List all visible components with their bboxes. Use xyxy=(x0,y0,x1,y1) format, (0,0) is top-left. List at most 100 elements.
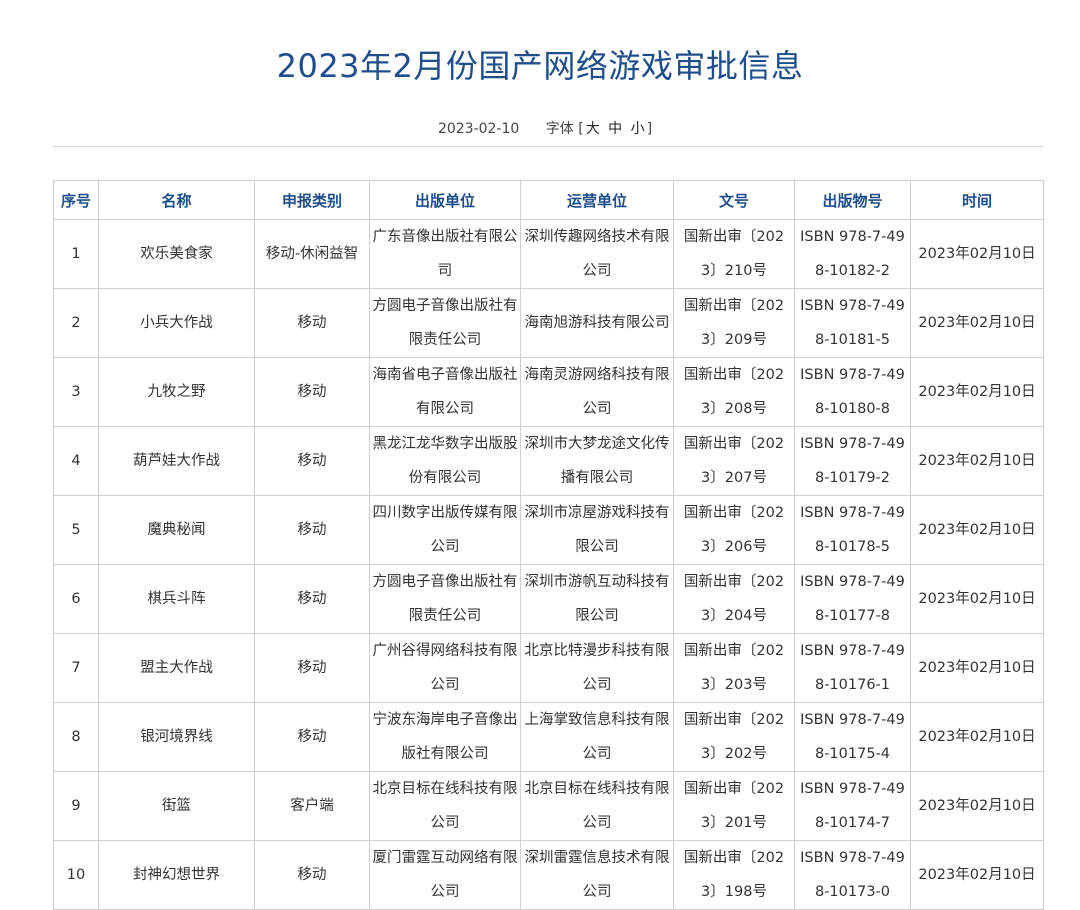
cell-doc-number: 国新出审〔2023〕202号 xyxy=(673,702,795,772)
cell-doc-number: 国新出审〔2023〕198号 xyxy=(673,840,795,910)
cell-isbn: ISBN 978-7-498-10175-4 xyxy=(794,702,911,772)
cell-publisher: 北京目标在线科技有限公司 xyxy=(369,771,521,841)
cell-game-name: 小兵大作战 xyxy=(98,288,255,358)
cell-operator: 海南灵游网络科技有限公司 xyxy=(520,357,674,427)
cell-index: 8 xyxy=(53,702,99,772)
header-type: 申报类别 xyxy=(254,180,370,220)
table-row: 5 魔典秘闻 移动 四川数字出版传媒有限公司 深圳市凉屋游戏科技有限公司 国新出审〔202… xyxy=(53,495,1044,565)
cell-publisher: 方圆电子音像出版社有限责任公司 xyxy=(369,564,521,634)
cell-operator: 深圳传趣网络技术有限公司 xyxy=(520,219,674,289)
cell-isbn: ISBN 978-7-498-10178-5 xyxy=(794,495,911,565)
cell-game-name: 街篮 xyxy=(98,771,255,841)
cell-operator: 北京目标在线科技有限公司 xyxy=(520,771,674,841)
table-header-row: 序号 名称 申报类别 出版单位 运营单位 文号 出版物号 时间 xyxy=(53,180,1044,220)
cell-time: 2023年02月10日 xyxy=(910,357,1044,427)
cell-type: 移动 xyxy=(254,495,370,565)
cell-doc-number: 国新出审〔2023〕210号 xyxy=(673,219,795,289)
cell-publisher: 方圆电子音像出版社有限责任公司 xyxy=(369,288,521,358)
header-name: 名称 xyxy=(98,180,255,220)
cell-game-name: 九牧之野 xyxy=(98,357,255,427)
cell-time: 2023年02月10日 xyxy=(910,771,1044,841)
cell-type: 客户端 xyxy=(254,771,370,841)
cell-game-name: 欢乐美食家 xyxy=(98,219,255,289)
table-row: 7 盟主大作战 移动 广州谷得网络科技有限公司 北京比特漫步科技有限公司 国新出审〔202… xyxy=(53,633,1044,703)
cell-time: 2023年02月10日 xyxy=(910,840,1044,910)
cell-index: 5 xyxy=(53,495,99,565)
table-row: 3 九牧之野 移动 海南省电子音像出版社有限公司 海南灵游网络科技有限公司 国新出审〔20… xyxy=(53,357,1044,427)
header-doc-number: 文号 xyxy=(673,180,795,220)
cell-time: 2023年02月10日 xyxy=(910,495,1044,565)
font-medium-button[interactable]: 中 xyxy=(608,121,622,137)
font-bracket-close: ] xyxy=(646,121,653,137)
cell-game-name: 魔典秘闻 xyxy=(98,495,255,565)
cell-isbn: ISBN 978-7-498-10177-8 xyxy=(794,564,911,634)
table-row: 10 封神幻想世界 移动 厦门雷霆互动网络有限公司 深圳雷霆信息技术有限公司 国新出审〔2… xyxy=(53,840,1044,910)
cell-game-name: 封神幻想世界 xyxy=(98,840,255,910)
cell-index: 9 xyxy=(53,771,99,841)
cell-index: 2 xyxy=(53,288,99,358)
table-row: 9 街篮 客户端 北京目标在线科技有限公司 北京目标在线科技有限公司 国新出审〔2023〕… xyxy=(53,771,1044,841)
cell-time: 2023年02月10日 xyxy=(910,219,1044,289)
cell-game-name: 盟主大作战 xyxy=(98,633,255,703)
cell-type: 移动 xyxy=(254,564,370,634)
table-row: 1 欢乐美食家 移动-休闲益智 广东音像出版社有限公司 深圳传趣网络技术有限公司 国新出审… xyxy=(53,219,1044,289)
cell-isbn: ISBN 978-7-498-10180-8 xyxy=(794,357,911,427)
cell-index: 1 xyxy=(53,219,99,289)
header-index: 序号 xyxy=(53,180,99,220)
font-bracket-open: [ xyxy=(578,121,584,137)
cell-game-name: 银河境界线 xyxy=(98,702,255,772)
cell-isbn: ISBN 978-7-498-10176-1 xyxy=(794,633,911,703)
cell-type: 移动 xyxy=(254,288,370,358)
cell-doc-number: 国新出审〔2023〕209号 xyxy=(673,288,795,358)
cell-type: 移动 xyxy=(254,426,370,496)
header-operator: 运营单位 xyxy=(520,180,674,220)
cell-index: 3 xyxy=(53,357,99,427)
cell-isbn: ISBN 978-7-498-10173-0 xyxy=(794,840,911,910)
cell-publisher: 广东音像出版社有限公司 xyxy=(369,219,521,289)
cell-type: 移动-休闲益智 xyxy=(254,219,370,289)
cell-game-name: 棋兵斗阵 xyxy=(98,564,255,634)
cell-publisher: 厦门雷霆互动网络有限公司 xyxy=(369,840,521,910)
cell-time: 2023年02月10日 xyxy=(910,564,1044,634)
cell-doc-number: 国新出审〔2023〕201号 xyxy=(673,771,795,841)
cell-publisher: 黑龙江龙华数字出版股份有限公司 xyxy=(369,426,521,496)
cell-isbn: ISBN 978-7-498-10174-7 xyxy=(794,771,911,841)
cell-isbn: ISBN 978-7-498-10181-5 xyxy=(794,288,911,358)
cell-isbn: ISBN 978-7-498-10182-2 xyxy=(794,219,911,289)
cell-time: 2023年02月10日 xyxy=(910,633,1044,703)
font-size-label: 字体 xyxy=(545,121,574,137)
cell-doc-number: 国新出审〔2023〕204号 xyxy=(673,564,795,634)
table-row: 8 银河境界线 移动 宁波东海岸电子音像出版社有限公司 上海掌致信息科技有限公司 国新出审… xyxy=(53,702,1044,772)
cell-isbn: ISBN 978-7-498-10179-2 xyxy=(794,426,911,496)
cell-operator: 海南旭游科技有限公司 xyxy=(520,288,674,358)
cell-time: 2023年02月10日 xyxy=(910,702,1044,772)
cell-doc-number: 国新出审〔2023〕203号 xyxy=(673,633,795,703)
table-row: 2 小兵大作战 移动 方圆电子音像出版社有限责任公司 海南旭游科技有限公司 国新出审〔20… xyxy=(53,288,1044,358)
cell-doc-number: 国新出审〔2023〕206号 xyxy=(673,495,795,565)
cell-index: 4 xyxy=(53,426,99,496)
cell-publisher: 广州谷得网络科技有限公司 xyxy=(369,633,521,703)
cell-operator: 深圳市游帆互动科技有限公司 xyxy=(520,564,674,634)
cell-publisher: 四川数字出版传媒有限公司 xyxy=(369,495,521,565)
font-small-button[interactable]: 小 xyxy=(631,121,645,137)
table-row: 4 葫芦娃大作战 移动 黑龙江龙华数字出版股份有限公司 深圳市大梦龙途文化传播有限公司国… xyxy=(53,426,1044,496)
cell-operator: 深圳市凉屋游戏科技有限公司 xyxy=(520,495,674,565)
cell-publisher: 宁波东海岸电子音像出版社有限公司 xyxy=(369,702,521,772)
publish-date: 2023-02-10 xyxy=(437,121,520,137)
font-large-button[interactable]: 大 xyxy=(586,121,600,137)
cell-doc-number: 国新出审〔2023〕208号 xyxy=(673,357,795,427)
cell-time: 2023年02月10日 xyxy=(910,426,1044,496)
cell-operator: 上海掌致信息科技有限公司 xyxy=(520,702,674,772)
approval-table: 序号 名称 申报类别 出版单位 运营单位 文号 出版物号 时间 1 欢乐美食家 移动… xyxy=(53,180,1044,910)
cell-publisher: 海南省电子音像出版社有限公司 xyxy=(369,357,521,427)
cell-time: 2023年02月10日 xyxy=(910,288,1044,358)
table-row: 6 棋兵斗阵 移动 方圆电子音像出版社有限责任公司 深圳市游帆互动科技有限公司 国新出审〔… xyxy=(53,564,1044,634)
cell-index: 6 xyxy=(53,564,99,634)
cell-type: 移动 xyxy=(254,702,370,772)
header-isbn: 出版物号 xyxy=(794,180,911,220)
cell-operator: 北京比特漫步科技有限公司 xyxy=(520,633,674,703)
article-meta: 2023-02-10 字体 [大 中 小] xyxy=(0,118,1080,140)
cell-operator: 深圳市大梦龙途文化传播有限公司 xyxy=(520,426,674,496)
cell-game-name: 葫芦娃大作战 xyxy=(98,426,255,496)
cell-type: 移动 xyxy=(254,357,370,427)
